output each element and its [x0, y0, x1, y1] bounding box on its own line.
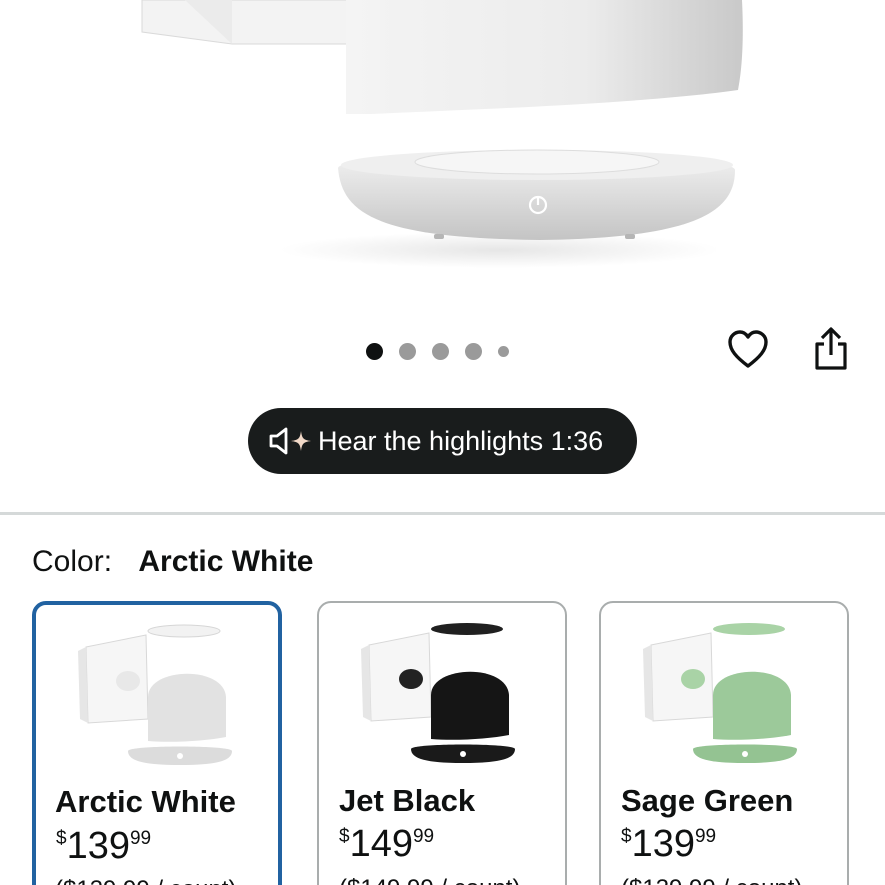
speaker-sparkle-icon — [269, 427, 311, 455]
price-whole: 149 — [349, 823, 413, 865]
price-fraction: 99 — [412, 826, 435, 847]
price-symbol: $ — [339, 826, 350, 847]
swatch-price: $13999 — [621, 825, 716, 863]
price-whole: 139 — [631, 823, 695, 865]
swatch-unit-price: ($149.99 / count) — [339, 875, 520, 885]
carousel-dot-3[interactable] — [432, 342, 449, 360]
product-detail-page: Hear the highlights 1:36 Color: Arctic W… — [0, 0, 885, 885]
carousel-dot-1[interactable] — [366, 342, 383, 360]
color-selection-label: Color: Arctic White — [32, 545, 313, 579]
arctic-white-thumbnail — [78, 624, 232, 765]
swatch-name: Jet Black — [339, 783, 476, 818]
heart-outline-icon — [728, 330, 768, 368]
swatch-unit-price: ($139.99 / count) — [55, 876, 236, 885]
carousel-dot-5[interactable] — [498, 345, 509, 357]
color-option-arctic-white[interactable]: Arctic White $13999 ($139.99 / count) — [32, 601, 282, 885]
price-fraction: 99 — [129, 828, 152, 849]
section-divider — [0, 512, 885, 515]
swatch-name: Arctic White — [55, 784, 236, 819]
color-label: Color: — [32, 545, 113, 578]
price-symbol: $ — [56, 828, 67, 849]
image-carousel-dots — [366, 341, 525, 361]
swatch-price: $13999 — [56, 827, 151, 865]
hear-highlights-label: Hear the highlights 1:36 — [318, 425, 604, 456]
jet-black-thumbnail — [361, 623, 515, 763]
carousel-dot-2[interactable] — [399, 342, 416, 360]
swatch-price: $14999 — [339, 825, 434, 863]
selected-color-value: Arctic White — [138, 545, 314, 578]
price-fraction: 99 — [694, 826, 717, 847]
hear-highlights-button[interactable]: Hear the highlights 1:36 — [248, 408, 637, 474]
price-whole: 139 — [66, 825, 130, 867]
sage-green-thumbnail — [643, 623, 797, 763]
price-symbol: $ — [621, 826, 632, 847]
product-image-illustration — [141, 0, 743, 268]
color-option-sage-green[interactable]: Sage Green $13999 ($139.99 / count) — [599, 601, 849, 885]
carousel-dot-4[interactable] — [465, 342, 482, 360]
product-image[interactable] — [0, 0, 885, 300]
color-option-jet-black[interactable]: Jet Black $14999 ($149.99 / count) — [317, 601, 567, 885]
share-button[interactable] — [806, 324, 856, 374]
swatch-unit-price: ($139.99 / count) — [621, 875, 802, 885]
wishlist-button[interactable] — [723, 324, 773, 374]
share-icon — [815, 327, 847, 370]
swatch-name: Sage Green — [621, 783, 794, 818]
